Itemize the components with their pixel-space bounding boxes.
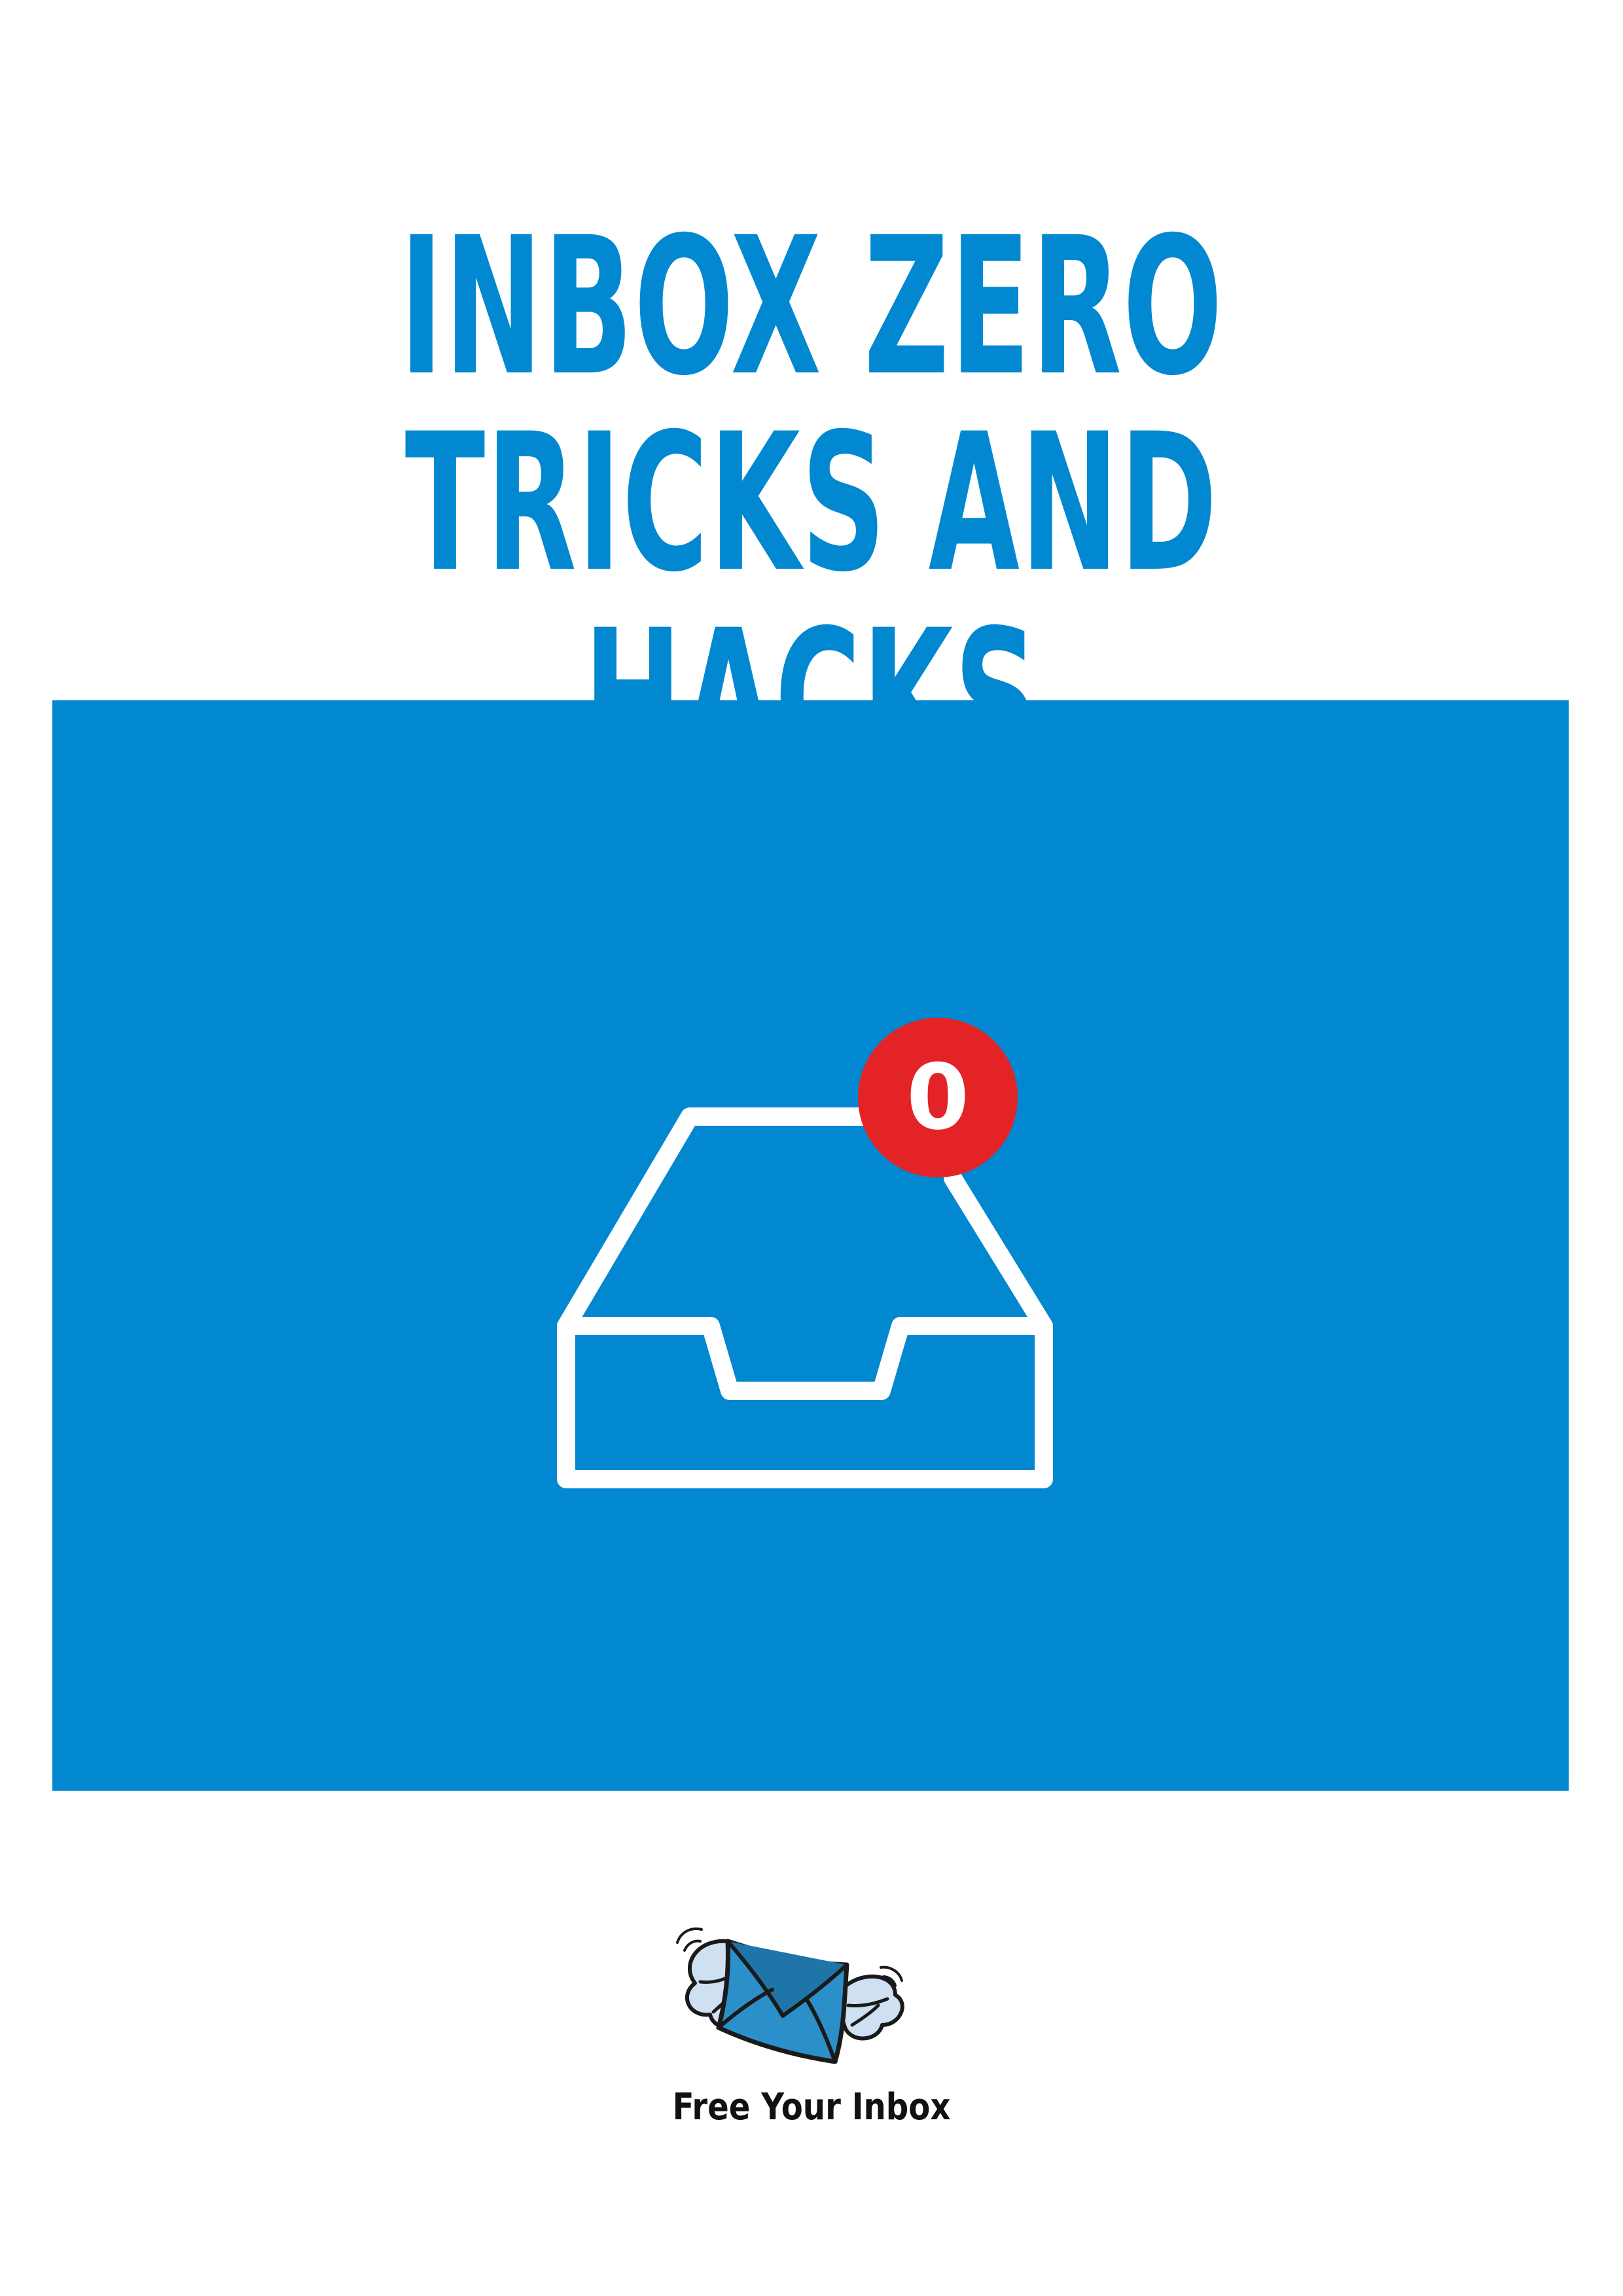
brand-name: Free Your Inbox: [672, 2086, 951, 2128]
envelope-icon: [716, 1939, 849, 2064]
winged-envelope-logo: [676, 1928, 904, 2064]
